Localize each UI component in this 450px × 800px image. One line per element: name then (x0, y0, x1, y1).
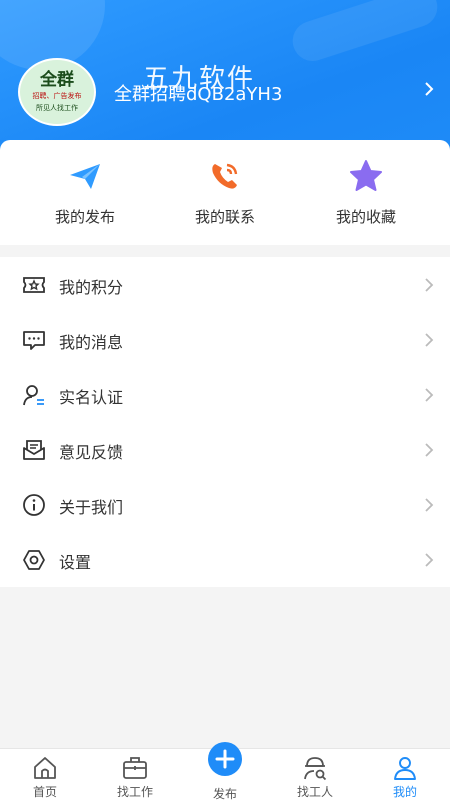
star-icon (350, 160, 382, 191)
avatar-text-sub: 招聘、广告发布 (32, 92, 82, 100)
home-icon (34, 757, 56, 779)
chevron-right-icon (425, 278, 434, 292)
tab-label-home: 首页 (32, 785, 57, 799)
chevron-right-icon (425, 498, 434, 512)
tab-find-worker[interactable]: 找工人 (270, 749, 360, 800)
chevron-right-icon (425, 333, 434, 347)
points-ticket-icon (23, 277, 45, 293)
publish-button[interactable] (208, 742, 242, 776)
chevron-right-icon (425, 443, 434, 457)
tab-home[interactable]: 首页 (0, 749, 90, 800)
my-posts-button[interactable]: 我的发布 (10, 158, 160, 227)
paper-plane-icon (70, 164, 100, 189)
my-favorites-label: 我的收藏 (335, 208, 396, 226)
phone-icon (212, 163, 238, 189)
menu-label-points: 我的积分 (59, 278, 124, 297)
menu-item-feedback[interactable]: 意见反馈 (0, 422, 450, 477)
tab-mine[interactable]: 我的 (360, 749, 450, 800)
menu-item-settings[interactable]: 设置 (0, 532, 450, 587)
menu-item-verification[interactable]: 实名认证 (0, 367, 450, 422)
chevron-right-icon (425, 388, 434, 402)
tab-label-find-job: 找工作 (116, 785, 153, 799)
chevron-right-icon[interactable] (422, 80, 436, 98)
quick-actions-card: 我的发布 我的联系 我的收藏 (0, 140, 450, 245)
worker-search-icon (304, 757, 327, 781)
menu-label-settings: 设置 (59, 553, 92, 572)
tab-label-find-worker: 找工人 (296, 785, 333, 799)
info-icon (23, 494, 45, 516)
menu-item-messages[interactable]: 我的消息 (0, 312, 450, 367)
feedback-mail-icon (23, 440, 45, 460)
menu-label-messages: 我的消息 (59, 333, 124, 352)
my-favorites-button[interactable]: 我的收藏 (291, 158, 441, 227)
menu-item-about[interactable]: 关于我们 (0, 477, 450, 532)
menu-label-about: 关于我们 (59, 498, 124, 517)
briefcase-icon (123, 757, 147, 779)
tab-label-mine: 我的 (392, 785, 417, 799)
avatar[interactable]: 全群 招聘、广告发布 所见人找工作 (18, 58, 96, 126)
avatar-text-main: 全群 (40, 70, 74, 90)
menu-label-verification: 实名认证 (59, 388, 124, 407)
plus-icon (215, 749, 235, 769)
person-icon (394, 757, 416, 780)
user-verify-icon (23, 385, 44, 406)
menu-label-feedback: 意见反馈 (59, 443, 124, 462)
chevron-right-icon (425, 553, 434, 567)
menu-item-points[interactable]: 我的积分 (0, 257, 450, 312)
bottom-tab-bar: 首页 找工作 发布 找工人 我的 (0, 742, 450, 800)
my-contacts-label: 我的联系 (194, 208, 255, 226)
avatar-text-bottom: 所见人找工作 (36, 104, 78, 112)
settings-hexagon-icon (23, 550, 45, 570)
settings-menu: 我的积分 我的消息 实名认证 意见反馈 关于我们 设置 (0, 257, 450, 587)
tab-label-publish: 发布 (212, 787, 237, 800)
tab-publish[interactable]: 发布 (180, 742, 270, 800)
my-posts-label: 我的发布 (54, 208, 115, 226)
my-contacts-button[interactable]: 我的联系 (150, 158, 300, 227)
tab-find-job[interactable]: 找工作 (90, 749, 180, 800)
message-icon (23, 331, 45, 350)
header-decoration (287, 0, 443, 67)
username[interactable]: 全群招聘dQB2aYH3 (114, 80, 282, 106)
